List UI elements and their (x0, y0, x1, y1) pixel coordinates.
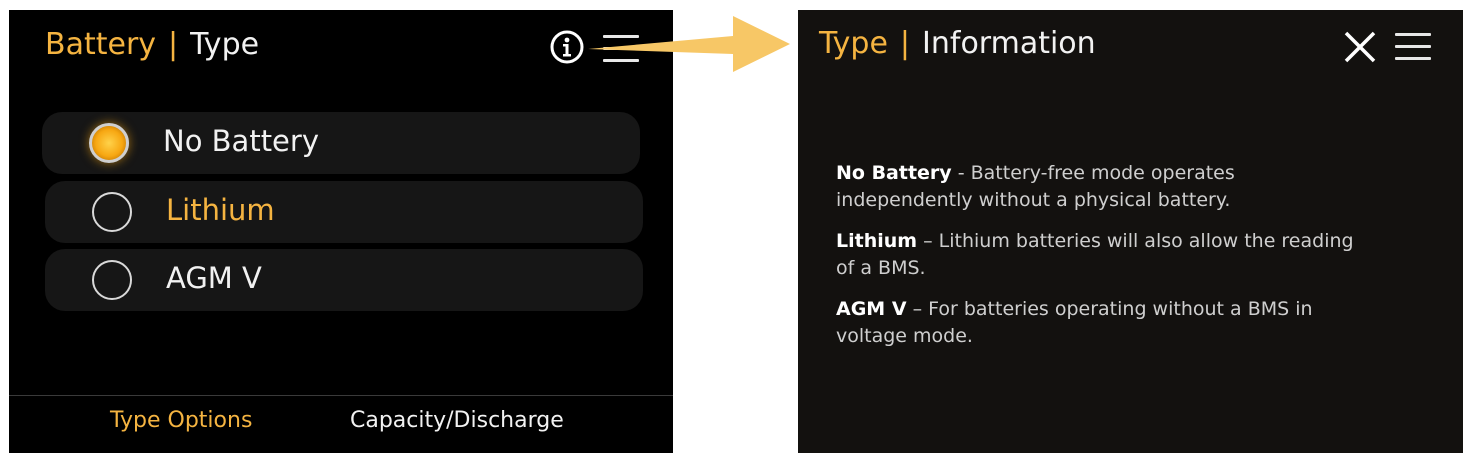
info-entry-agm-v: AGM V – For batteries operating without … (836, 298, 1313, 347)
option-no-battery[interactable]: No Battery (42, 112, 640, 174)
info-icon[interactable] (550, 30, 584, 64)
tab-type-options[interactable]: Type Options (110, 408, 252, 433)
option-lithium[interactable]: Lithium (45, 181, 643, 243)
info-entry-no-battery: No Battery - Battery-free mode operates … (836, 162, 1235, 211)
radio-button-selected[interactable] (89, 123, 129, 163)
title-separator: | (168, 27, 179, 62)
footer-divider (9, 395, 673, 396)
option-agm-v[interactable]: AGM V (45, 249, 643, 311)
radio-button[interactable] (92, 260, 132, 300)
transition-arrow-icon (588, 16, 790, 72)
information-body: No Battery - Battery-free mode operates … (836, 160, 1376, 364)
tab-capacity-discharge[interactable]: Capacity/Discharge (350, 408, 564, 433)
info-entry-lithium: Lithium – Lithium batteries will also al… (836, 230, 1354, 279)
close-icon[interactable] (1344, 31, 1376, 63)
title-separator: | (899, 26, 911, 61)
title-plain: Information (922, 26, 1096, 61)
title-accent: Type (819, 26, 888, 61)
type-information-screen: Type | Information No Battery - Battery-fr… (798, 10, 1463, 453)
hamburger-menu-icon[interactable] (1395, 33, 1431, 61)
title-accent: Battery (45, 27, 157, 62)
option-label: No Battery (163, 124, 319, 158)
option-label: Lithium (166, 193, 275, 227)
screen-title: Battery | Type (45, 27, 259, 62)
radio-button[interactable] (92, 192, 132, 232)
title-plain: Type (190, 27, 260, 62)
option-label: AGM V (166, 261, 262, 295)
screen-title: Type | Information (819, 26, 1096, 61)
battery-type-screen: Battery | Type No Battery Lithium AGM V Ty… (9, 10, 673, 453)
